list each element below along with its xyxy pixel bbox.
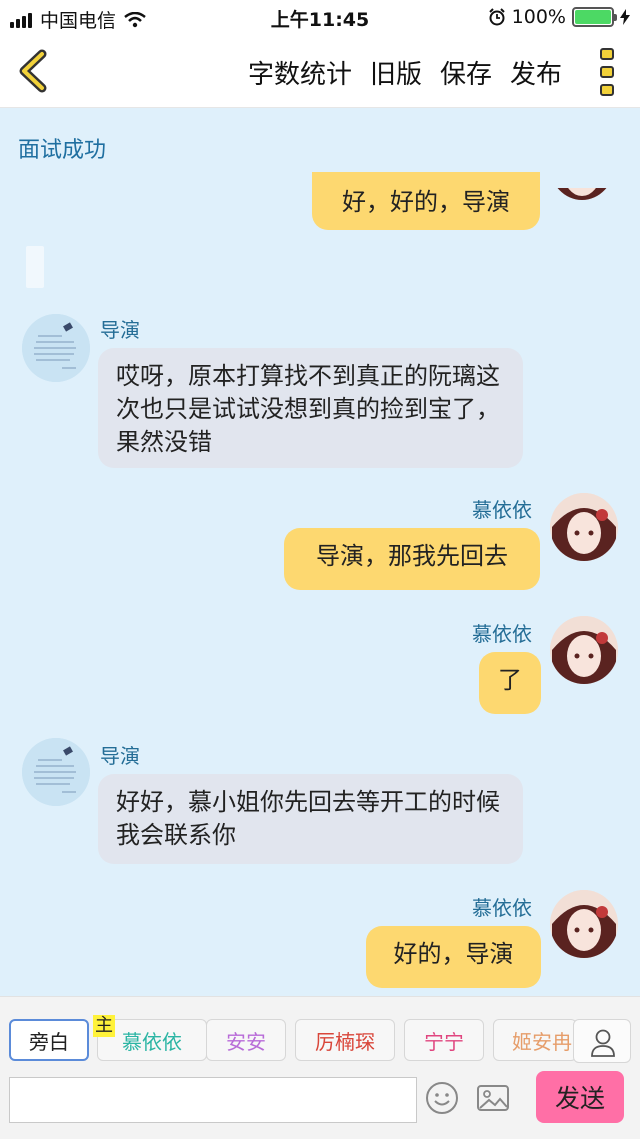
composer: 旁白 慕依依 主 安安 厉楠琛 宁宁 姬安冉 发送 [0, 996, 640, 1139]
speaker-name: 慕依依 [472, 622, 532, 646]
message-input[interactable] [9, 1077, 417, 1123]
avatar[interactable] [22, 738, 90, 806]
person-icon [591, 1029, 615, 1057]
emoji-icon[interactable] [425, 1081, 459, 1115]
battery-percent: 100% [511, 6, 566, 28]
more-menu-icon[interactable] [600, 48, 616, 96]
word-count-button[interactable]: 字数统计 [248, 54, 352, 91]
publish-button[interactable]: 发布 [510, 54, 562, 91]
nav-actions: 字数统计 旧版 保存 发布 [248, 54, 562, 91]
chat-title: 面试成功 [18, 138, 107, 163]
role-chip-li-nanchen[interactable]: 厉楠琛 [295, 1019, 395, 1061]
role-chip-ningning[interactable]: 宁宁 [404, 1019, 484, 1061]
empty-message-placeholder [26, 246, 44, 288]
chat-bubble[interactable]: 导演，那我先回去 [284, 528, 540, 590]
nav-bar: 字数统计 旧版 保存 发布 [0, 34, 640, 108]
chat-bubble[interactable]: 好的，导演 [366, 926, 541, 988]
chat-bubble[interactable]: 好，好的，导演 [312, 172, 540, 230]
speaker-name: 慕依依 [472, 498, 532, 522]
charging-icon [620, 9, 630, 25]
old-version-button[interactable]: 旧版 [370, 54, 422, 91]
speaker-name: 慕依依 [472, 896, 532, 920]
image-icon[interactable] [476, 1083, 510, 1113]
avatar[interactable] [550, 616, 618, 684]
send-button[interactable]: 发送 [536, 1071, 624, 1123]
chat-area[interactable]: 面试成功 好，好的，导演 导演 哎呀，原本打算找不到真正的阮璃这次也只是试试没想… [0, 108, 640, 996]
back-icon[interactable] [12, 48, 52, 94]
status-bar: 中国电信 上午11:45 100% [0, 0, 640, 34]
avatar[interactable] [550, 890, 618, 958]
main-role-badge: 主 [93, 1015, 115, 1037]
status-right: 100% [488, 6, 630, 28]
add-role-button[interactable] [573, 1019, 631, 1063]
role-selector: 旁白 慕依依 主 安安 厉楠琛 宁宁 姬安冉 [9, 1015, 631, 1063]
save-button[interactable]: 保存 [440, 54, 492, 91]
speaker-name: 导演 [100, 318, 140, 342]
role-chip-ji-anran[interactable]: 姬安冉 [493, 1019, 577, 1061]
chat-bubble[interactable]: 哎呀，原本打算找不到真正的阮璃这次也只是试试没想到真的捡到宝了，果然没错 [98, 348, 523, 468]
avatar[interactable] [550, 493, 618, 561]
chat-bubble[interactable]: 了 [479, 652, 541, 714]
chat-bubble[interactable]: 好好，慕小姐你先回去等开工的时候我会联系你 [98, 774, 523, 864]
avatar[interactable] [550, 188, 614, 200]
avatar[interactable] [22, 314, 90, 382]
speaker-name: 导演 [100, 744, 140, 768]
role-chip-narration[interactable]: 旁白 [9, 1019, 89, 1061]
role-chip-anan[interactable]: 安安 [206, 1019, 286, 1061]
alarm-icon [488, 8, 505, 26]
battery-icon [572, 7, 617, 27]
